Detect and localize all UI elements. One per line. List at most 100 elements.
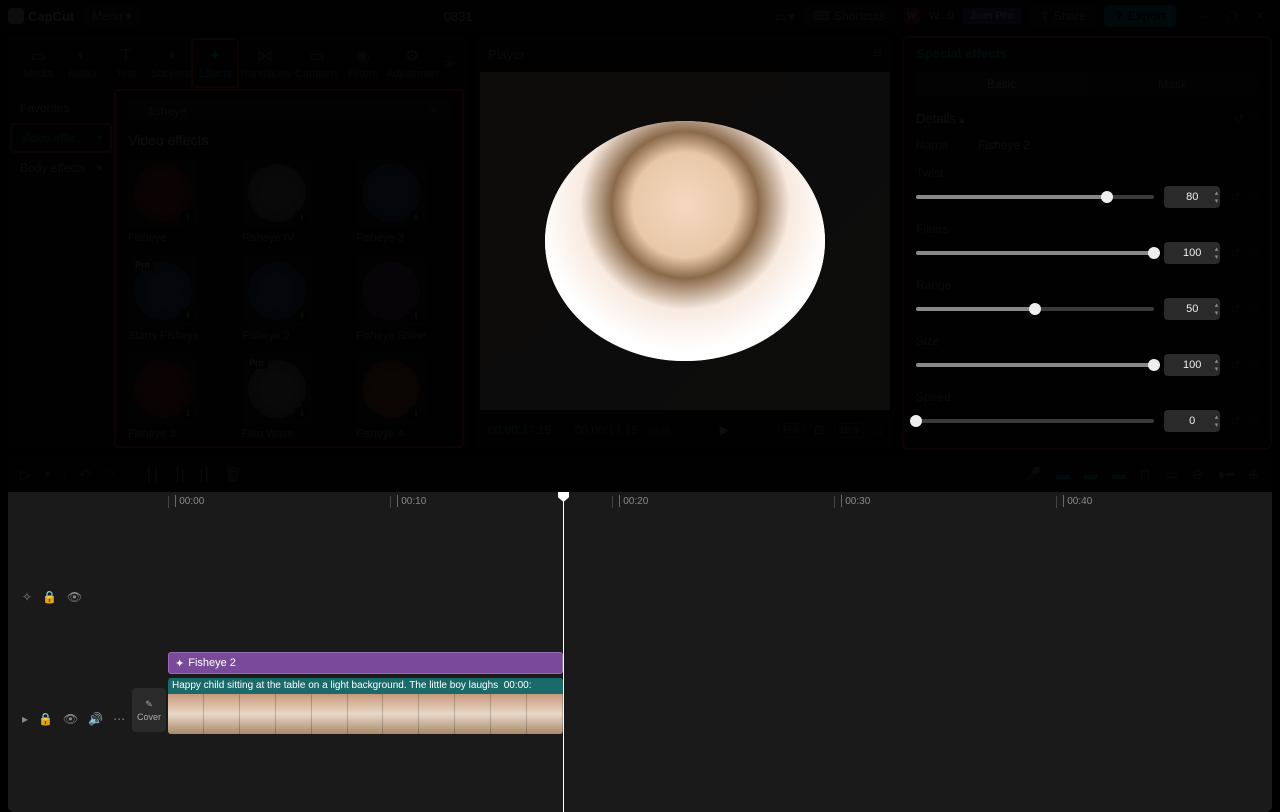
effect-clip[interactable]: ✦ Fisheye 2 bbox=[168, 652, 563, 674]
step-down-icon[interactable]: ▾ bbox=[1215, 253, 1219, 261]
tab-effects[interactable]: ✦Effects bbox=[193, 40, 237, 86]
sidebar-video-effects[interactable]: Video effe...▾ bbox=[12, 125, 110, 151]
select-tool-icon[interactable]: ▷ bbox=[20, 466, 31, 483]
step-down-icon[interactable]: ▾ bbox=[1215, 309, 1219, 317]
reset-icon[interactable]: ↺ bbox=[1234, 112, 1244, 126]
crop-icon[interactable]: ⊡ bbox=[814, 423, 824, 437]
layout-icon[interactable]: ▭▾ bbox=[774, 8, 794, 25]
zoom-out-icon[interactable]: ⊖ bbox=[1192, 466, 1204, 483]
play-button[interactable]: ▶ bbox=[720, 423, 729, 437]
reset-icon[interactable]: ↺ bbox=[1230, 246, 1240, 260]
zoom-slider[interactable]: ●━ bbox=[1217, 466, 1234, 483]
timeline[interactable]: │00:00│00:10│00:20│00:30│00:40 ✧ 🔒 👁 ✦ F… bbox=[8, 492, 1272, 812]
tab-basic[interactable]: Basic bbox=[916, 71, 1087, 97]
track-collapse-icon[interactable]: ▸ bbox=[22, 712, 28, 726]
mic-icon[interactable]: 🎤 bbox=[1024, 466, 1041, 483]
undo-icon[interactable]: ↶ bbox=[79, 466, 91, 483]
preview-icon[interactable]: ▭ bbox=[1164, 466, 1177, 483]
reset-icon[interactable]: ↺ bbox=[1230, 358, 1240, 372]
download-icon[interactable]: ⭳ bbox=[181, 211, 195, 225]
download-icon[interactable]: ⭳ bbox=[181, 407, 195, 421]
user-avatar[interactable]: W bbox=[903, 7, 921, 25]
share-button[interactable]: ⇪ Share bbox=[1030, 5, 1096, 27]
track-mute-icon[interactable]: 🔊 bbox=[88, 712, 103, 726]
playhead[interactable] bbox=[563, 492, 564, 812]
split-left-icon[interactable]: ⎮[ bbox=[174, 466, 185, 483]
aspect-ratio-button[interactable]: 16:9 bbox=[834, 423, 863, 438]
track-toggle-1-icon[interactable]: ▬ bbox=[1055, 466, 1069, 482]
minimize-icon[interactable]: — bbox=[1192, 4, 1216, 28]
tab-audio[interactable]: ◐Audio bbox=[60, 40, 104, 86]
export-button[interactable]: ⇪ Export bbox=[1104, 5, 1176, 27]
step-up-icon[interactable]: ▴ bbox=[1215, 189, 1219, 197]
select-dropdown-icon[interactable]: ▾ bbox=[45, 469, 50, 480]
step-up-icon[interactable]: ▴ bbox=[1215, 245, 1219, 253]
sidebar-body-effects[interactable]: Body effects▾ bbox=[12, 155, 110, 181]
effect-item[interactable]: Pro⭳Film Wave bbox=[242, 354, 336, 440]
track-lock-icon[interactable]: 🔒 bbox=[42, 590, 57, 604]
download-icon[interactable]: ⭳ bbox=[409, 309, 423, 323]
reset-icon[interactable]: ↺ bbox=[1230, 302, 1240, 316]
track-toggle-3-icon[interactable]: ▬ bbox=[1111, 466, 1125, 482]
param-slider[interactable] bbox=[916, 195, 1154, 199]
tab-adjustmen[interactable]: ⚙Adjustmen bbox=[385, 40, 440, 86]
effect-item[interactable]: ⭳Fisheye 3 bbox=[128, 354, 222, 440]
param-value-input[interactable]: 100▴▾ bbox=[1164, 242, 1220, 264]
effect-item[interactable]: ⭳Fisheye IV bbox=[242, 158, 336, 244]
menu-button[interactable]: Menu ▾ bbox=[82, 5, 141, 27]
param-value-input[interactable]: 0▴▾ bbox=[1164, 410, 1220, 432]
step-up-icon[interactable]: ▴ bbox=[1215, 357, 1219, 365]
tab-stickers[interactable]: ◑Stickers bbox=[148, 40, 193, 86]
effect-item[interactable]: ⭳Fisheye Shine bbox=[356, 256, 450, 342]
download-icon[interactable]: ⭳ bbox=[409, 407, 423, 421]
track-visible-icon[interactable]: 👁 bbox=[67, 590, 82, 604]
effect-item[interactable]: Pro⭳Starry Fisheye bbox=[128, 256, 222, 342]
split-icon[interactable]: ⎮⎮ bbox=[145, 466, 160, 483]
track-pin-icon[interactable]: ✧ bbox=[22, 590, 32, 604]
step-up-icon[interactable]: ▴ bbox=[1215, 301, 1219, 309]
effect-item[interactable]: ⭳Fisheye 3 bbox=[356, 158, 450, 244]
maximize-icon[interactable]: ▢ bbox=[1220, 4, 1244, 28]
full-button[interactable]: Full bbox=[778, 423, 804, 438]
tab-text[interactable]: TText bbox=[104, 40, 148, 86]
param-value-input[interactable]: 50▴▾ bbox=[1164, 298, 1220, 320]
search-input-wrap[interactable]: ⌕ ✕ bbox=[128, 99, 450, 122]
delete-icon[interactable]: 🗑 bbox=[224, 466, 242, 483]
param-slider[interactable] bbox=[916, 363, 1154, 367]
param-value-input[interactable]: 100▴▾ bbox=[1164, 354, 1220, 376]
tab-transitions[interactable]: ⋈Transitions bbox=[237, 40, 293, 86]
param-slider[interactable] bbox=[916, 251, 1154, 255]
keyframe-icon[interactable]: ◇ bbox=[1250, 416, 1258, 427]
param-value-input[interactable]: 80▴▾ bbox=[1164, 186, 1220, 208]
tab-captions[interactable]: ▭Captions bbox=[293, 40, 341, 86]
tabs-more-icon[interactable]: ≫ bbox=[439, 56, 460, 70]
keyframe-icon[interactable]: ◇ bbox=[1250, 360, 1258, 371]
effect-item[interactable]: ⭳Fisheye bbox=[128, 158, 222, 244]
shortcuts-button[interactable]: ⌨ Shortcuts bbox=[803, 5, 895, 27]
timeline-ruler[interactable]: │00:00│00:10│00:20│00:30│00:40 bbox=[168, 492, 1272, 512]
step-up-icon[interactable]: ▴ bbox=[1215, 413, 1219, 421]
track-more-icon[interactable]: ⋯ bbox=[113, 712, 125, 726]
tab-mask[interactable]: Mask bbox=[1087, 71, 1258, 97]
fullscreen-icon[interactable]: ⛶ bbox=[874, 423, 882, 438]
param-slider[interactable] bbox=[916, 307, 1154, 311]
player-menu-icon[interactable]: ≡ bbox=[873, 45, 882, 63]
effect-item[interactable]: ⭳Fisheye 4 bbox=[356, 354, 450, 440]
download-icon[interactable]: ⭳ bbox=[295, 407, 309, 421]
tab-media[interactable]: ▭Media bbox=[16, 40, 60, 86]
split-right-icon[interactable]: ]⎮ bbox=[199, 466, 210, 483]
close-icon[interactable]: ✕ bbox=[1248, 4, 1272, 28]
step-down-icon[interactable]: ▾ bbox=[1215, 197, 1219, 205]
download-icon[interactable]: ⭳ bbox=[295, 309, 309, 323]
cover-button[interactable]: ✎ Cover bbox=[132, 688, 166, 732]
clear-search-icon[interactable]: ✕ bbox=[424, 104, 442, 118]
reset-icon[interactable]: ↺ bbox=[1230, 414, 1240, 428]
download-icon[interactable]: ⭳ bbox=[295, 211, 309, 225]
effect-item[interactable]: ⭳Fisheye 2 bbox=[242, 256, 336, 342]
track-lock-icon[interactable]: 🔒 bbox=[38, 712, 53, 726]
sidebar-favorites[interactable]: Favorites bbox=[12, 95, 110, 121]
keyframe-icon[interactable]: ◇ bbox=[1250, 112, 1258, 126]
zoom-in-icon[interactable]: ⊕ bbox=[1248, 466, 1260, 483]
video-clip[interactable]: Happy child sitting at the table on a li… bbox=[168, 678, 563, 734]
step-down-icon[interactable]: ▾ bbox=[1215, 421, 1219, 429]
